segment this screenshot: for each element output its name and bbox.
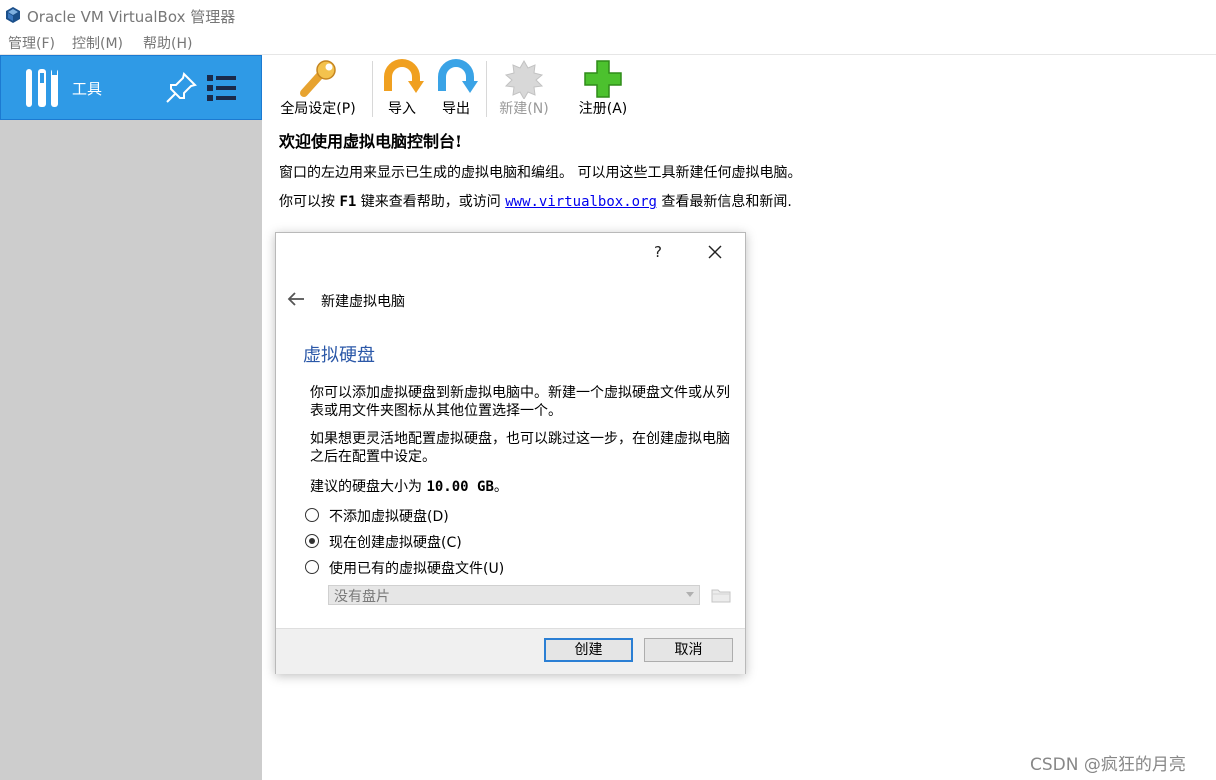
menu-list-icon[interactable] <box>205 72 239 104</box>
import-label: 导入 <box>388 101 416 117</box>
page-heading: 虚拟硬盘 <box>303 345 375 366</box>
recommended-size-post: 。 <box>493 479 508 495</box>
preferences-wrench-icon <box>300 60 336 97</box>
sidebar-item-tools[interactable]: 工具 <box>0 55 262 120</box>
radio-button[interactable] <box>305 560 319 574</box>
window-title: Oracle VM VirtualBox 管理器 <box>27 8 236 26</box>
import-arrow-icon <box>384 59 424 93</box>
new-button[interactable]: 新建(N) <box>494 55 554 121</box>
new-vm-dialog: ? 新建虚拟电脑 虚拟硬盘 你可以添加虚拟硬盘到新虚拟电脑中。新建一个虚拟硬盘文… <box>275 232 746 674</box>
disk-select-value: 没有盘片 <box>334 589 390 605</box>
recommended-size-value: 10.00 GB <box>426 479 494 495</box>
welcome-title: 欢迎使用虚拟电脑控制台! <box>279 132 463 151</box>
welcome-help-line: 你可以按 F1 键来查看帮助，或访问 www.virtualbox.org 查看… <box>279 191 792 211</box>
new-gear-icon <box>504 59 544 99</box>
recommended-size-pre: 建议的硬盘大小为 <box>310 479 422 495</box>
option-label: 使用已有的虚拟硬盘文件(U) <box>329 561 505 577</box>
back-arrow-icon[interactable] <box>286 291 306 307</box>
menu-help[interactable]: 帮助(H) <box>143 33 192 53</box>
radio-button-checked[interactable] <box>305 534 319 548</box>
recommended-size: 建议的硬盘大小为 10.00 GB。 <box>310 476 508 496</box>
toolbar-separator <box>486 61 487 117</box>
create-button[interactable]: 创建 <box>544 638 633 662</box>
export-button[interactable]: 导出 <box>432 55 480 121</box>
dialog-title: 新建虚拟电脑 <box>321 294 405 310</box>
main-toolbar: 全局设定(P) 导入 导出 新建(N) 注册(A) <box>262 55 1216 121</box>
close-icon[interactable] <box>704 241 726 263</box>
help-text-post: 查看最新信息和新闻. <box>661 194 792 210</box>
register-label: 注册(A) <box>578 101 628 117</box>
tools-icon <box>26 69 58 107</box>
preferences-button[interactable]: 全局设定(P) <box>270 55 366 121</box>
help-button[interactable]: ? <box>654 243 662 261</box>
register-plus-icon <box>584 60 622 98</box>
export-label: 导出 <box>442 101 470 117</box>
chevron-down-icon <box>686 592 694 597</box>
new-label: 新建(N) <box>499 101 549 117</box>
toolbar-separator <box>372 61 373 117</box>
disk-select-dropdown[interactable]: 没有盘片 <box>328 585 700 605</box>
dialog-footer: 创建 取消 <box>276 628 745 674</box>
menu-machine[interactable]: 控制(M) <box>72 33 123 53</box>
title-bar: Oracle VM VirtualBox 管理器 <box>0 0 1216 30</box>
option-label: 不添加虚拟硬盘(D) <box>329 509 449 525</box>
menu-file[interactable]: 管理(F) <box>8 33 55 53</box>
option-label: 现在创建虚拟硬盘(C) <box>329 535 462 551</box>
radio-button[interactable] <box>305 508 319 522</box>
import-button[interactable]: 导入 <box>378 55 426 121</box>
description-paragraph: 如果想更灵活地配置虚拟硬盘，也可以跳过这一步，在创建虚拟电脑之后在配置中设定。 <box>310 431 730 465</box>
preferences-label: 全局设定(P) <box>280 101 356 117</box>
tools-label: 工具 <box>72 80 103 98</box>
help-text-mid: 键来查看帮助，或访问 <box>360 194 501 210</box>
help-key: F1 <box>339 194 357 210</box>
machine-sidebar: 工具 <box>0 55 262 780</box>
virtualbox-website-link[interactable]: www.virtualbox.org <box>505 194 657 210</box>
watermark-text: CSDN @疯狂的月亮 <box>1030 755 1186 775</box>
help-text-pre: 你可以按 <box>279 194 335 210</box>
virtualbox-logo-icon <box>6 7 20 23</box>
register-button[interactable]: 注册(A) <box>570 55 636 121</box>
folder-icon[interactable] <box>710 585 732 605</box>
export-arrow-icon <box>438 59 478 93</box>
cancel-button[interactable]: 取消 <box>644 638 733 662</box>
description-paragraph: 你可以添加虚拟硬盘到新虚拟电脑中。新建一个虚拟硬盘文件或从列表或用文件夹图标从其… <box>310 385 730 419</box>
pin-icon[interactable] <box>164 71 198 105</box>
welcome-description: 窗口的左边用来显示已生成的虚拟电脑和编组。 可以用这些工具新建任何虚拟电脑。 <box>279 165 802 181</box>
menu-bar: 管理(F) 控制(M) 帮助(H) <box>0 31 1216 55</box>
